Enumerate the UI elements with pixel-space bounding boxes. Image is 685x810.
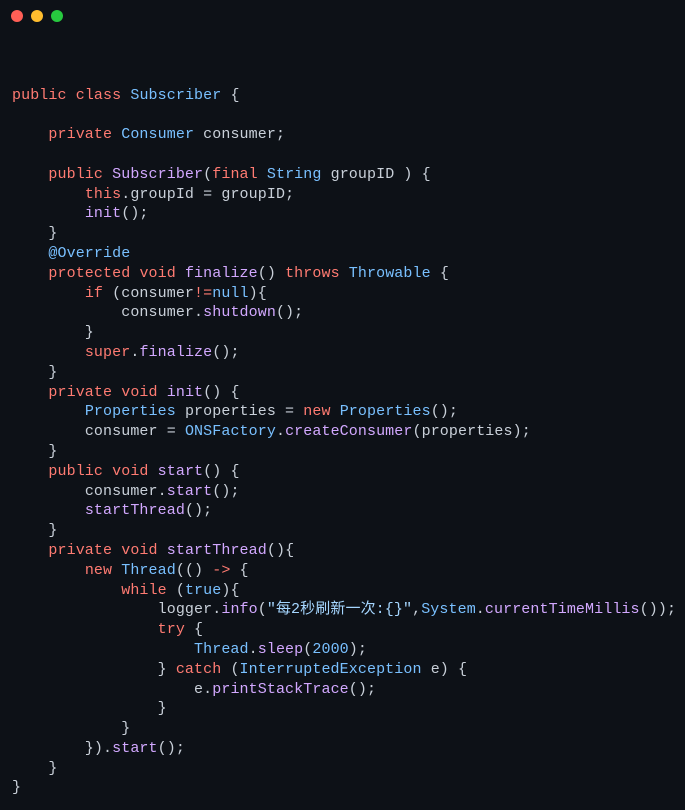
code-token-method: start <box>158 463 204 480</box>
code-token-var: groupID <box>221 186 285 203</box>
code-token-type: Subscriber <box>130 87 221 104</box>
code-token-var: consumer <box>121 285 194 302</box>
code-token-field: groupId <box>130 186 194 203</box>
code-token-kw: catch <box>176 661 222 678</box>
code-token-method: finalize <box>139 344 212 361</box>
maximize-dot-icon[interactable] <box>51 10 63 22</box>
code-token-method: startThread <box>85 502 185 519</box>
code-token-var: consumer <box>121 304 194 321</box>
code-window: public class Subscriber { private Consum… <box>0 0 685 778</box>
code-token-kw: while <box>121 582 167 599</box>
code-token-type: InterruptedException <box>240 661 422 678</box>
close-dot-icon[interactable] <box>11 10 23 22</box>
code-token-type: Throwable <box>349 265 431 282</box>
code-token-var: properties <box>422 423 513 440</box>
code-token-method: start <box>112 740 158 757</box>
code-token-type: Thread <box>121 562 176 579</box>
code-token-method: startThread <box>167 542 267 559</box>
minimize-dot-icon[interactable] <box>31 10 43 22</box>
code-token-kw: private <box>48 384 112 401</box>
code-token-method: start <box>167 483 213 500</box>
code-token-method: shutdown <box>203 304 276 321</box>
code-token-type: String <box>267 166 322 183</box>
code-token-method: info <box>221 601 257 618</box>
code-token-var: e <box>194 681 203 698</box>
code-token-var: e <box>431 661 440 678</box>
code-token-kw: if <box>85 285 103 302</box>
code-token-method: finalize <box>185 265 258 282</box>
code-token-type: Properties <box>340 403 431 420</box>
code-token-kw: void <box>139 265 175 282</box>
code-token-method: Subscriber <box>112 166 203 183</box>
code-token-type: System <box>421 601 476 618</box>
code-token-var: consumer <box>203 126 276 143</box>
code-token-method: sleep <box>258 641 304 658</box>
code-token-type: Thread <box>194 641 249 658</box>
code-token-method: currentTimeMillis <box>485 601 640 618</box>
code-token-kw: void <box>121 542 157 559</box>
code-token-kw: class <box>76 87 122 104</box>
code-token-var: logger <box>158 601 213 618</box>
code-token-var: groupID <box>331 166 395 183</box>
code-token-kw: this <box>85 186 121 203</box>
code-token-kw: != <box>194 285 212 302</box>
code-token-kw: private <box>48 542 112 559</box>
code-token-method: printStackTrace <box>212 681 349 698</box>
code-token-str: "每2秒刷新一次:{}" <box>267 601 412 618</box>
code-token-kw: public <box>12 87 67 104</box>
code-token-method: init <box>167 384 203 401</box>
code-block: public class Subscriber { private Consum… <box>0 32 685 810</box>
code-token-kw: final <box>212 166 258 183</box>
window-titlebar <box>0 0 685 32</box>
code-token-anno: @Override <box>48 245 130 262</box>
code-token-kw: public <box>48 166 103 183</box>
code-token-method: createConsumer <box>285 423 412 440</box>
code-token-type: Properties <box>85 403 176 420</box>
code-token-kw: void <box>112 463 148 480</box>
code-token-method: init <box>85 205 121 222</box>
code-token-kw: try <box>158 621 185 638</box>
code-token-kw: super <box>85 344 131 361</box>
code-token-kw: void <box>121 384 157 401</box>
code-token-var: properties <box>185 403 276 420</box>
code-token-kw: throws <box>285 265 340 282</box>
code-token-arrow: -> <box>212 562 230 579</box>
code-token-kw: new <box>85 562 112 579</box>
code-token-kw: new <box>303 403 330 420</box>
code-token-kw: public <box>48 463 103 480</box>
code-token-type: Consumer <box>121 126 194 143</box>
code-token-kw: private <box>48 126 112 143</box>
code-token-kw: protected <box>48 265 130 282</box>
code-token-var: consumer <box>85 483 158 500</box>
code-token-var: consumer <box>85 423 158 440</box>
code-token-type: ONSFactory <box>185 423 276 440</box>
code-token-num: 2000 <box>312 641 348 658</box>
code-token-const: true <box>185 582 221 599</box>
code-token-const: null <box>212 285 248 302</box>
